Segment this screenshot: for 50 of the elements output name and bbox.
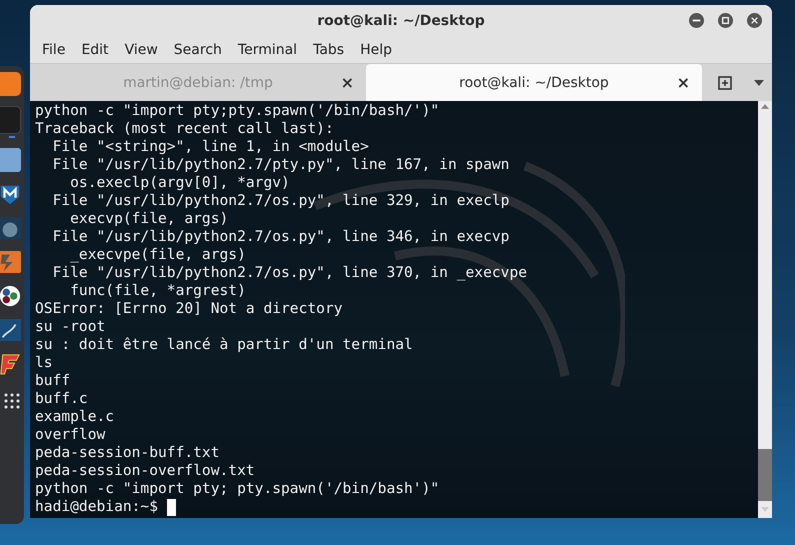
close-tab-button[interactable]: × [676,73,690,92]
terminal-line: execvp(file, args) [69,210,230,228]
terminal-line: File "/usr/lib/python2.7/os.py", line 370, in _execvpe [52,264,528,282]
terminal-line: example.c [35,408,116,426]
terminal-line: File "/usr/lib/python2.7/pty.py", line 167, in spawn [52,156,510,174]
letter-logo-icon[interactable] [0,352,21,376]
caret-icon[interactable] [754,80,764,86]
avatar-icon[interactable] [0,216,21,240]
minimize-button[interactable] [689,13,704,28]
scrollbar[interactable] [758,101,772,518]
new-tab-icon[interactable] [718,76,732,90]
tab[interactable]: root@kali: ~/Desktop × [366,64,702,101]
terminal-line: overflow [35,426,106,444]
terminal-line: python -c "import pty;pty.spawn('/bin/bash/')" [35,102,440,120]
circles-icon[interactable] [0,284,21,308]
terminal-line: python -c "import pty; pty.spawn('/bin/bash')" [35,480,440,498]
text-cursor [166,498,176,516]
scrollbar-thumb[interactable] [758,449,772,501]
terminal-line: File "/usr/lib/python2.7/os.py", line 346, in execvp [52,228,510,246]
menu-item[interactable]: Search [166,39,230,61]
terminal-line: peda-session-buff.txt [35,444,221,462]
scroll-up-icon[interactable] [761,104,769,109]
terminal-line: peda-session-overflow.txt [35,462,256,480]
bolt-icon[interactable] [0,250,21,274]
app-grid-icon[interactable] [3,392,21,410]
terminal-line: File "/usr/lib/python2.7/os.py", line 329, in execlp [52,192,510,210]
terminal-line: OSError: [Errno 20] Not a directory [35,300,344,318]
maximize-button[interactable] [718,13,733,28]
terminal-line: ls [35,354,54,372]
menu-item[interactable]: Help [352,39,400,61]
terminal-line: su -root [35,318,106,336]
terminal-line: _execvpe(file, args) [69,246,247,264]
close-button[interactable] [747,13,762,28]
terminal-line: Traceback (most recent call last): [35,120,335,138]
menu-item[interactable]: Tabs [305,39,352,61]
close-tab-button[interactable]: × [340,73,354,92]
terminal-line: buff [35,372,72,390]
terminal-output[interactable] [30,101,758,518]
menu-item[interactable]: View [116,39,166,61]
terminal-line: su : doit être lancé à partir d'un terminal [35,336,414,354]
active-indicator [9,136,15,138]
menu-item[interactable]: Terminal [230,39,306,61]
window-title: root@kali: ~/Desktop [317,13,485,29]
menu-item[interactable]: Edit [73,39,117,61]
terminal-line: func(file, *argrest) [69,282,247,300]
terminal-line: File "<string>", line 1, in <module> [52,138,370,156]
terminal-line: buff.c [35,390,89,408]
shell-prompt: hadi@debian:~$ [35,498,160,516]
terminal-line: os.execlp(argv[0], *argv) [69,174,291,192]
menu-item[interactable]: File [34,39,74,61]
